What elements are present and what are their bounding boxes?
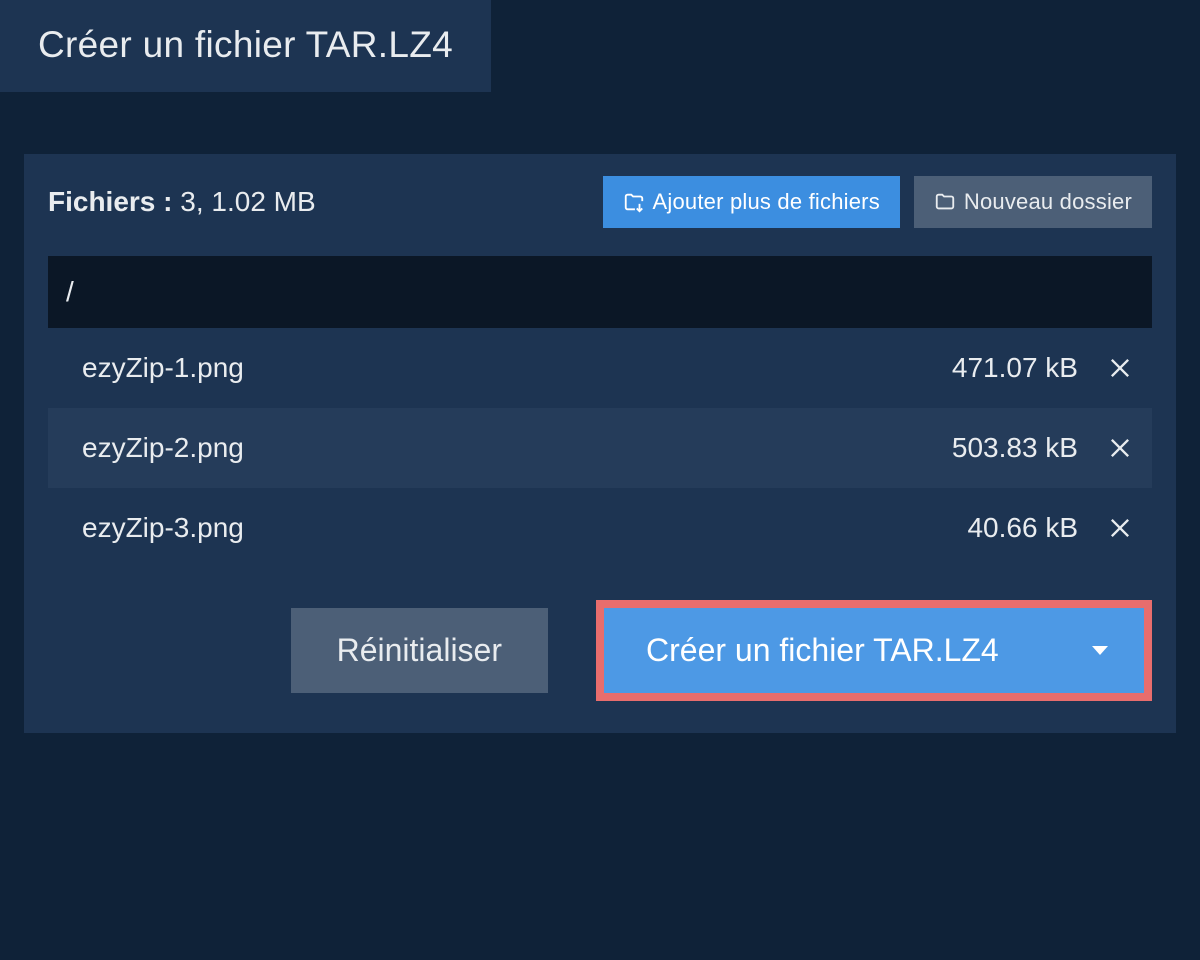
files-label: Fichiers : [48, 186, 172, 217]
file-name: ezyZip-3.png [82, 512, 967, 544]
toolbar-buttons: Ajouter plus de fichiers Nouveau dossier [603, 176, 1152, 228]
add-files-button[interactable]: Ajouter plus de fichiers [603, 176, 900, 228]
close-icon[interactable] [1106, 434, 1134, 462]
file-name: ezyZip-2.png [82, 432, 952, 464]
files-count-size: 3, 1.02 MB [172, 186, 315, 217]
main-card: Fichiers : 3, 1.02 MB Ajouter plus de fi… [24, 154, 1176, 733]
tab-title: Créer un fichier TAR.LZ4 [0, 0, 491, 92]
close-icon[interactable] [1106, 514, 1134, 542]
add-files-label: Ajouter plus de fichiers [653, 189, 880, 215]
create-button-highlight: Créer un fichier TAR.LZ4 [596, 600, 1152, 701]
file-list: / ezyZip-1.png 471.07 kB ezyZip-2.png 50… [48, 256, 1152, 568]
footer: Réinitialiser Créer un fichier TAR.LZ4 [24, 568, 1176, 733]
create-archive-button[interactable]: Créer un fichier TAR.LZ4 [604, 608, 1144, 693]
new-folder-button[interactable]: Nouveau dossier [914, 176, 1152, 228]
chevron-down-icon [1092, 646, 1108, 655]
folder-add-icon [623, 191, 645, 213]
file-size: 471.07 kB [952, 352, 1078, 384]
folder-icon [934, 191, 956, 213]
file-row: ezyZip-2.png 503.83 kB [48, 408, 1152, 488]
toolbar: Fichiers : 3, 1.02 MB Ajouter plus de fi… [24, 154, 1176, 246]
file-size: 503.83 kB [952, 432, 1078, 464]
file-name: ezyZip-1.png [82, 352, 952, 384]
files-summary: Fichiers : 3, 1.02 MB [48, 186, 316, 218]
close-icon[interactable] [1106, 354, 1134, 382]
create-button-label: Créer un fichier TAR.LZ4 [646, 632, 999, 669]
reset-button[interactable]: Réinitialiser [291, 608, 548, 693]
new-folder-label: Nouveau dossier [964, 189, 1132, 215]
file-size: 40.66 kB [967, 512, 1078, 544]
file-row: ezyZip-1.png 471.07 kB [48, 328, 1152, 408]
file-row: ezyZip-3.png 40.66 kB [48, 488, 1152, 568]
path-row[interactable]: / [48, 256, 1152, 328]
